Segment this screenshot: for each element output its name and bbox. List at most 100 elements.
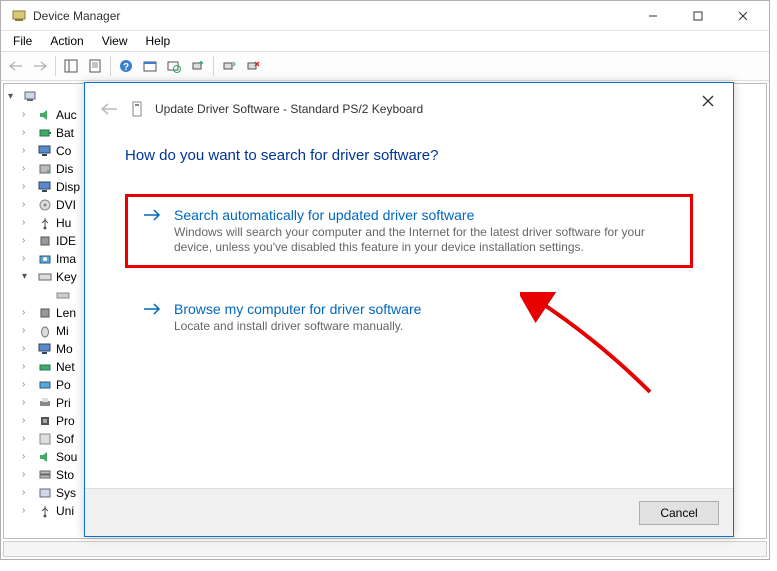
arrow-right-icon (142, 207, 162, 255)
expand-icon[interactable]: › (22, 448, 34, 466)
back-button[interactable] (5, 55, 27, 77)
expand-icon[interactable]: › (22, 178, 34, 196)
device-category-icon (37, 485, 53, 501)
maximize-button[interactable] (675, 2, 720, 30)
show-hide-tree-button[interactable] (60, 55, 82, 77)
device-category-icon (37, 305, 53, 321)
tree-item-label: Mo (56, 340, 73, 358)
keyboard-icon (55, 287, 71, 303)
properties-button[interactable] (84, 55, 106, 77)
scan-button[interactable] (163, 55, 185, 77)
action-button[interactable] (139, 55, 161, 77)
toolbar-separator (55, 56, 56, 76)
menu-view[interactable]: View (94, 32, 136, 50)
tree-item-label: Sou (56, 448, 77, 466)
device-category-icon (37, 215, 53, 231)
expand-icon[interactable]: › (22, 196, 34, 214)
device-category-icon (37, 179, 53, 195)
toolbar-separator (213, 56, 214, 76)
expand-icon[interactable]: › (22, 340, 34, 358)
menu-file[interactable]: File (5, 32, 40, 50)
device-category-icon (37, 359, 53, 375)
dialog-heading: How do you want to search for driver sof… (125, 147, 693, 164)
tree-item-label: Key (56, 268, 77, 286)
dialog-close-button[interactable] (693, 89, 723, 113)
device-category-icon (37, 251, 53, 267)
device-category-icon (37, 125, 53, 141)
tree-item-label: Bat (56, 124, 74, 142)
tree-item-label: Sys (56, 484, 76, 502)
tree-item-label: Pri (56, 394, 71, 412)
menu-help[interactable]: Help (138, 32, 179, 50)
add-hardware-button[interactable] (187, 55, 209, 77)
expand-icon[interactable]: › (22, 466, 34, 484)
driver-icon (129, 101, 145, 117)
close-button[interactable] (720, 2, 765, 30)
expand-icon[interactable]: › (22, 322, 34, 340)
tree-item-label: IDE (56, 232, 76, 250)
uninstall-button[interactable] (242, 55, 264, 77)
cancel-button[interactable]: Cancel (639, 501, 719, 525)
tree-item-label: Sof (56, 430, 74, 448)
forward-button[interactable] (29, 55, 51, 77)
expand-icon[interactable]: › (22, 160, 34, 178)
expand-icon[interactable]: › (22, 358, 34, 376)
computer-icon (23, 89, 39, 105)
option-browse-computer[interactable]: Browse my computer for driver software L… (125, 288, 693, 347)
expand-icon[interactable]: › (22, 214, 34, 232)
device-category-icon (37, 197, 53, 213)
option-title: Search automatically for updated driver … (174, 207, 676, 223)
expand-icon[interactable]: ▾ (8, 88, 20, 106)
app-icon (11, 8, 27, 24)
device-category-icon (37, 323, 53, 339)
tree-item-label: Po (56, 376, 71, 394)
device-category-icon (37, 341, 53, 357)
window-title: Device Manager (33, 9, 630, 23)
device-category-icon (37, 413, 53, 429)
expand-icon[interactable]: › (22, 232, 34, 250)
expand-icon[interactable]: › (22, 484, 34, 502)
expand-icon[interactable]: › (22, 412, 34, 430)
help-button[interactable]: ? (115, 55, 137, 77)
tree-item-label: Pro (56, 412, 75, 430)
tree-item-label: Auc (56, 106, 77, 124)
update-driver-button[interactable] (218, 55, 240, 77)
expand-icon[interactable]: › (22, 250, 34, 268)
tree-item-label: Dis (56, 160, 73, 178)
tree-item-label: Ima (56, 250, 76, 268)
expand-icon[interactable]: › (22, 376, 34, 394)
option-description: Windows will search your computer and th… (174, 225, 676, 255)
menu-action[interactable]: Action (42, 32, 91, 50)
tree-item-label: Net (56, 358, 75, 376)
menu-bar: File Action View Help (1, 31, 769, 51)
dialog-back-button[interactable] (99, 101, 119, 117)
dialog-title: Update Driver Software - Standard PS/2 K… (155, 102, 423, 116)
tree-item-label: Sto (56, 466, 74, 484)
tree-item-label: DVI (56, 196, 76, 214)
expand-icon[interactable]: › (22, 124, 34, 142)
device-category-icon (37, 503, 53, 519)
option-search-automatically[interactable]: Search automatically for updated driver … (125, 194, 693, 268)
tree-item-label: Len (56, 304, 76, 322)
expand-icon[interactable]: › (22, 394, 34, 412)
device-category-icon (37, 161, 53, 177)
update-driver-dialog: Update Driver Software - Standard PS/2 K… (84, 82, 734, 537)
device-category-icon (37, 449, 53, 465)
expand-icon[interactable]: › (22, 106, 34, 124)
minimize-button[interactable] (630, 2, 675, 30)
device-category-icon (37, 233, 53, 249)
option-description: Locate and install driver software manua… (174, 319, 676, 334)
expand-icon[interactable]: › (22, 502, 34, 520)
expand-icon[interactable]: ▾ (22, 268, 34, 286)
arrow-right-icon (142, 301, 162, 334)
tree-item-label: Co (56, 142, 71, 160)
toolbar-separator (110, 56, 111, 76)
tree-item-label: Mi (56, 322, 69, 340)
device-category-icon (37, 377, 53, 393)
device-category-icon (37, 431, 53, 447)
expand-icon[interactable]: › (22, 304, 34, 322)
dialog-body: How do you want to search for driver sof… (85, 127, 733, 387)
expand-icon[interactable]: › (22, 430, 34, 448)
device-category-icon (37, 143, 53, 159)
expand-icon[interactable]: › (22, 142, 34, 160)
